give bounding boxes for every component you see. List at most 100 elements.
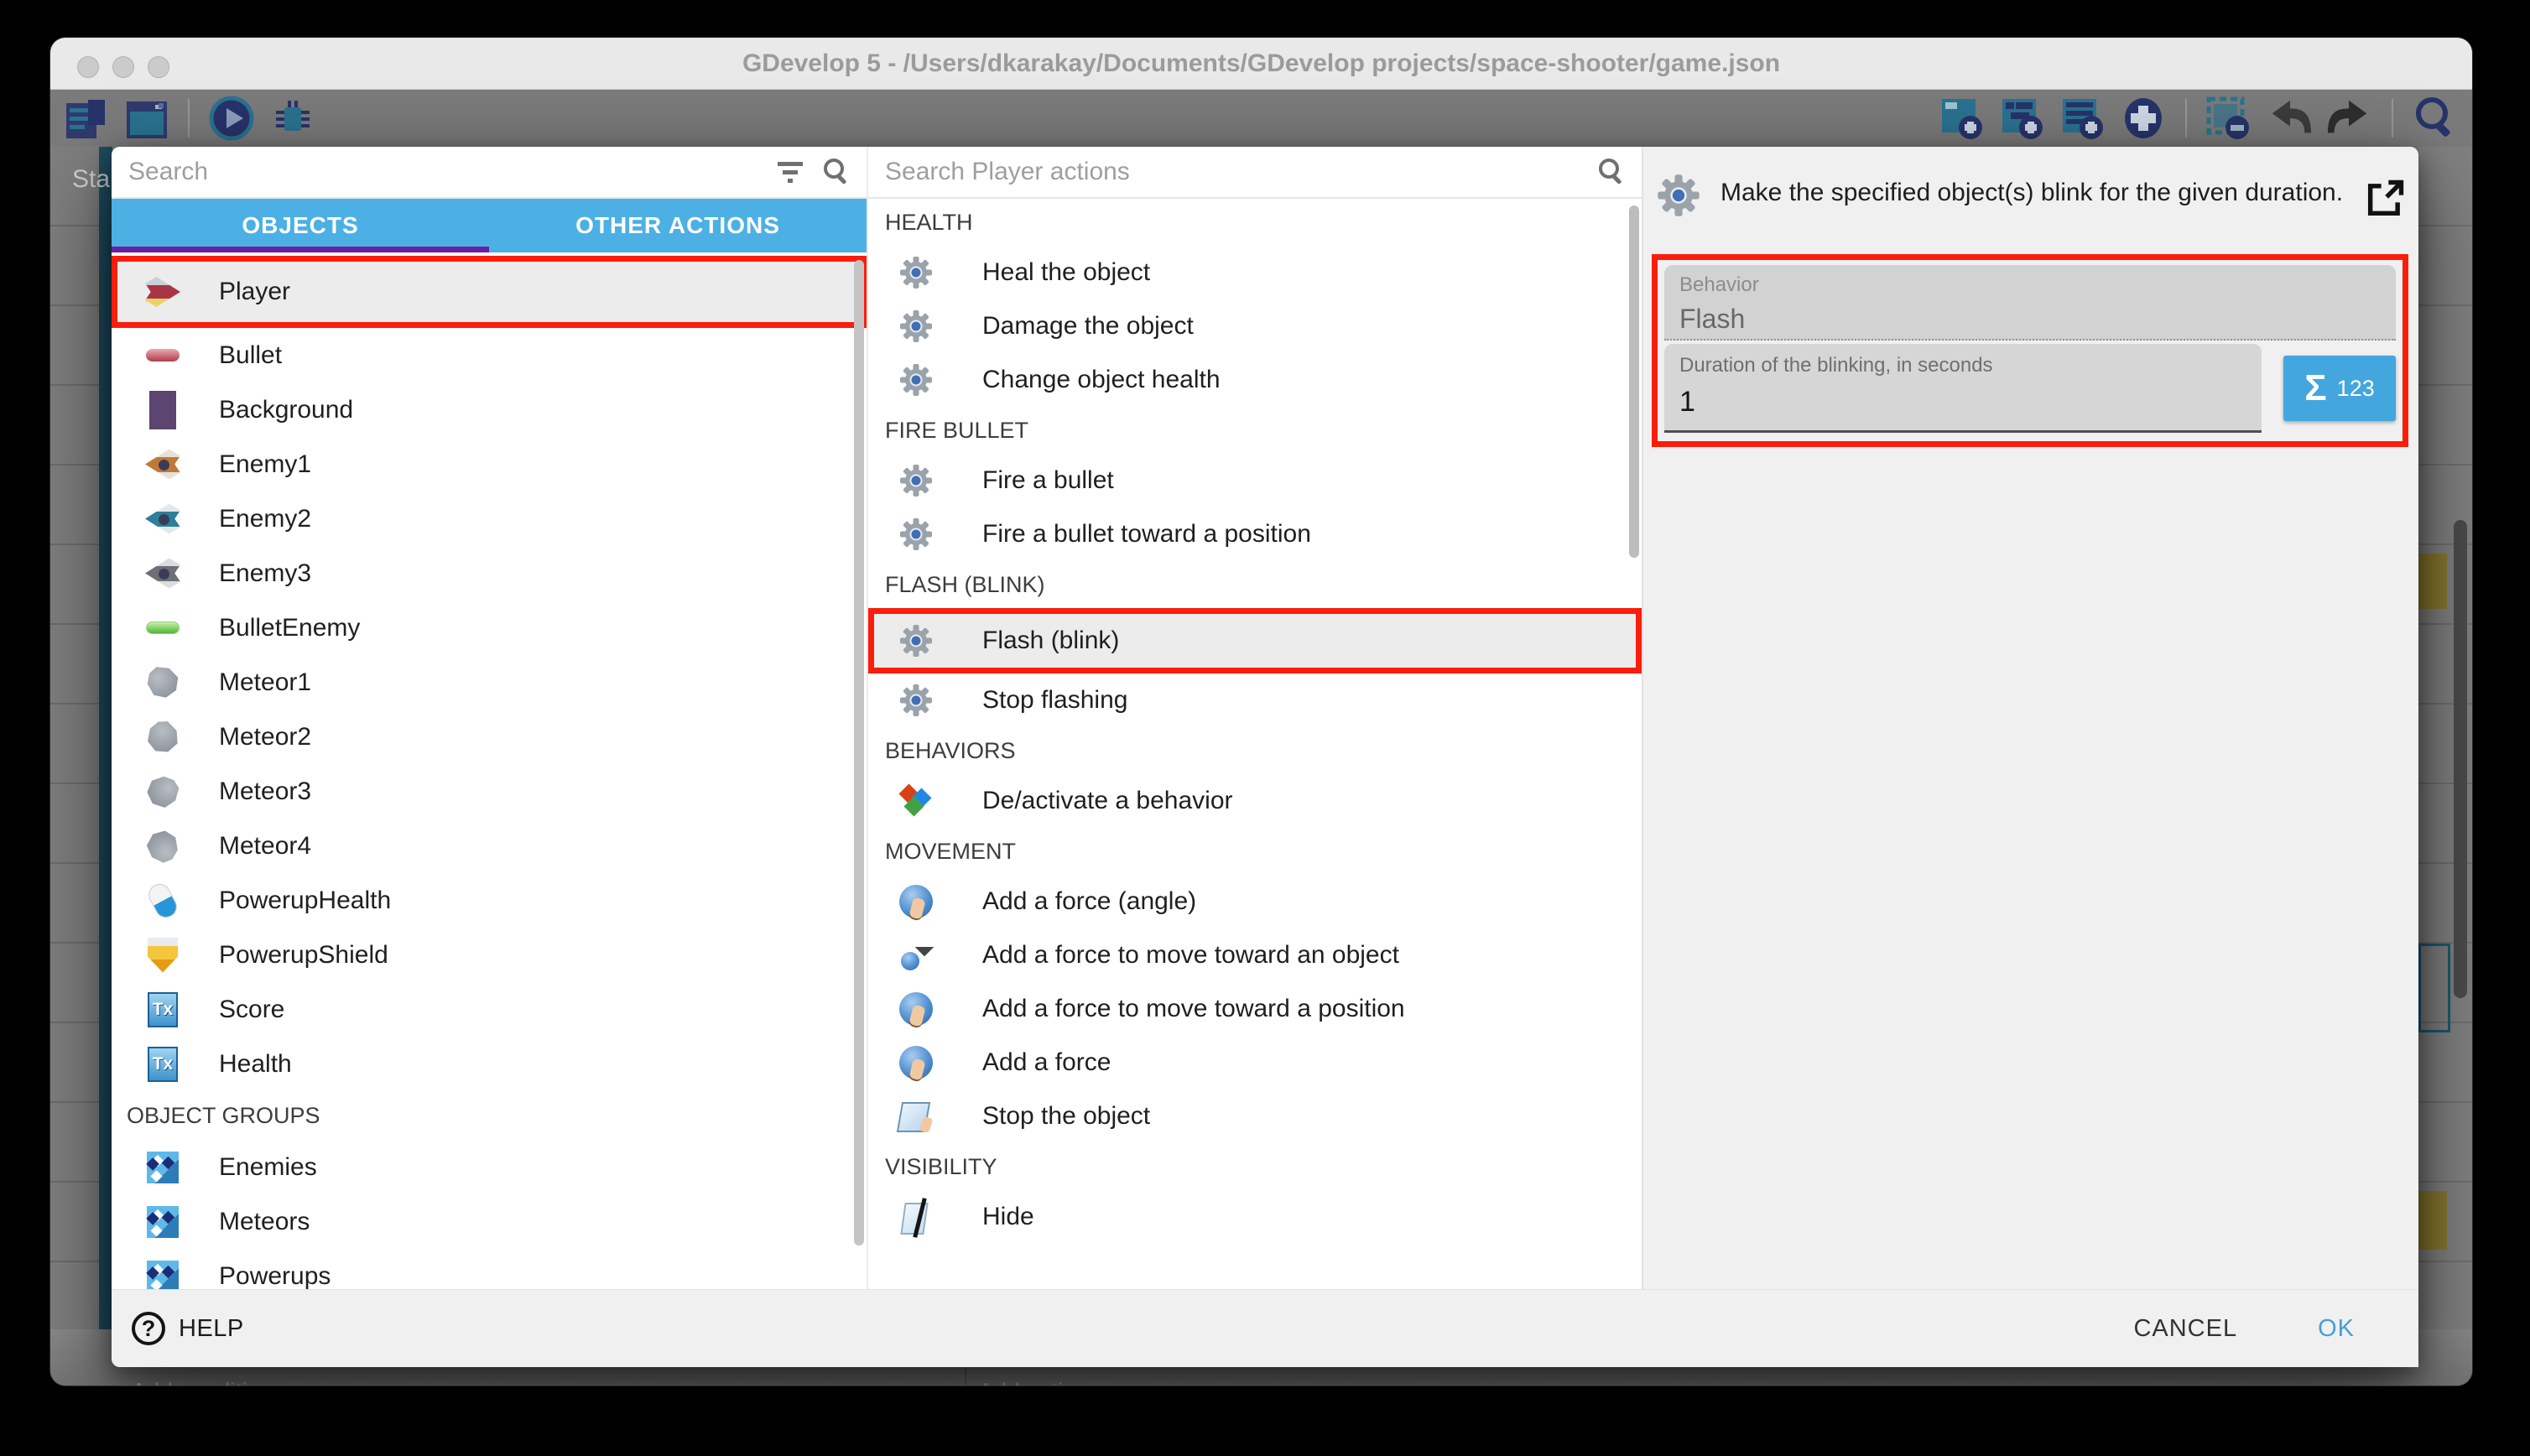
object-row-enemy2[interactable]: Enemy2 [112, 491, 867, 546]
action-chooser-dialog: OBJECTS OTHER ACTIONS Player Bullet [112, 147, 2418, 1367]
add-condition-link[interactable]: Add condition [131, 1378, 273, 1386]
group-row-meteors[interactable]: Meteors [112, 1194, 867, 1249]
debug-icon[interactable] [268, 96, 315, 140]
action-label: Add a force (angle) [982, 887, 1196, 916]
add-event-icon[interactable] [1939, 96, 1986, 140]
close-window-button[interactable] [77, 56, 99, 78]
action-row-force-toward-object[interactable]: Add a force to move toward an object [868, 928, 1642, 982]
action-row-deactivate-behavior[interactable]: De/activate a behavior [868, 774, 1642, 828]
actions-search-input[interactable] [883, 157, 1581, 187]
open-in-new-icon[interactable] [2363, 177, 2407, 221]
action-row-heal[interactable]: Heal the object [868, 246, 1642, 299]
window-title: GDevelop 5 - /Users/dkarakay/Documents/G… [742, 49, 1780, 78]
search-events-icon[interactable] [2412, 96, 2459, 140]
object-row-meteor4[interactable]: Meteor4 [112, 819, 867, 873]
action-row-hide[interactable]: Hide [868, 1190, 1642, 1244]
object-row-bullet[interactable]: Bullet [112, 328, 867, 382]
main-toolbar [50, 90, 2472, 147]
zoom-window-button[interactable] [148, 56, 169, 78]
active-tab-underline [112, 247, 489, 252]
add-comment-icon[interactable] [2059, 96, 2106, 140]
object-label: Player [219, 278, 290, 306]
help-icon: ? [132, 1312, 165, 1345]
object-row-score[interactable]: Score [112, 982, 867, 1037]
action-row-change-health[interactable]: Change object health [868, 353, 1642, 407]
expression-editor-button[interactable]: Σ 123 [2283, 356, 2396, 421]
meteor-icon [143, 772, 182, 811]
action-row-stop-object[interactable]: Stop the object [868, 1089, 1642, 1143]
object-label: PowerupShield [219, 941, 388, 970]
action-description: Make the specified object(s) blink for t… [1721, 172, 2345, 221]
action-row-flash-blink[interactable]: Flash (blink) [868, 608, 1642, 673]
add-action-link[interactable]: Add action [978, 1378, 1089, 1386]
traffic-lights [77, 56, 169, 78]
add-subevent-icon[interactable] [1999, 96, 2046, 140]
group-label: Enemies [219, 1153, 317, 1182]
object-group-icon [143, 1148, 182, 1187]
sigma-icon: Σ [2304, 367, 2326, 409]
group-row-enemies[interactable]: Enemies [112, 1140, 867, 1194]
action-gear-icon [1655, 172, 1702, 219]
object-row-meteor3[interactable]: Meteor3 [112, 764, 867, 819]
section-header-visibility: VISIBILITY [868, 1143, 1642, 1190]
actions-panel: HEALTH Heal the object Damage the object… [867, 147, 1642, 1367]
actions-list-scrollbar[interactable] [1629, 205, 1639, 558]
add-force-icon [897, 1043, 935, 1082]
filter-icon[interactable] [776, 159, 806, 185]
object-row-enemy3[interactable]: Enemy3 [112, 546, 867, 601]
action-row-add-force-angle[interactable]: Add a force (angle) [868, 875, 1642, 928]
object-row-meteor2[interactable]: Meteor2 [112, 710, 867, 764]
ok-button[interactable]: OK [2318, 1315, 2355, 1343]
action-row-fire-bullet-position[interactable]: Fire a bullet toward a position [868, 507, 1642, 561]
object-row-enemy1[interactable]: Enemy1 [112, 437, 867, 491]
scene-editor-icon[interactable] [122, 96, 169, 140]
enemy-bullet-icon [143, 609, 182, 647]
enemy3-ship-icon [143, 554, 182, 593]
group-label: Meteors [219, 1208, 310, 1236]
action-row-force-toward-position[interactable]: Add a force to move toward a position [868, 982, 1642, 1036]
group-row-powerups[interactable]: Powerups [112, 1249, 867, 1289]
object-row-health[interactable]: Health [112, 1037, 867, 1091]
behavior-field-value: Flash [1679, 304, 2381, 335]
action-row-stop-flashing[interactable]: Stop flashing [868, 673, 1642, 727]
object-row-powerupshield[interactable]: PowerupShield [112, 928, 867, 982]
action-row-damage[interactable]: Damage the object [868, 299, 1642, 353]
delete-event-icon[interactable] [2205, 96, 2252, 140]
minimize-window-button[interactable] [112, 56, 134, 78]
action-gear-icon [897, 253, 935, 292]
play-preview-icon[interactable] [208, 96, 255, 140]
events-condition-column-strip [99, 147, 112, 1346]
action-gear-icon [897, 621, 935, 660]
tab-other-actions[interactable]: OTHER ACTIONS [489, 199, 867, 252]
toolbar-right-group [1939, 96, 2459, 140]
objects-list-scrollbar[interactable] [854, 260, 864, 1245]
tab-objects[interactable]: OBJECTS [112, 199, 489, 252]
action-label: Add a force [982, 1048, 1111, 1077]
action-label: Add a force to move toward an object [982, 941, 1399, 970]
tab-other-actions-label: OTHER ACTIONS [575, 212, 780, 239]
highlighted-event-block [2418, 554, 2447, 609]
add-circle-icon[interactable] [2120, 96, 2167, 140]
behavior-icon [897, 782, 935, 820]
events-scrollbar[interactable] [2454, 520, 2467, 998]
object-row-player[interactable]: Player [112, 256, 867, 328]
behavior-field[interactable]: Behavior Flash [1664, 265, 2396, 341]
duration-field[interactable]: Duration of the blinking, in seconds 1 [1664, 344, 2262, 433]
hide-object-icon [897, 1198, 935, 1236]
object-row-background[interactable]: Background [112, 382, 867, 437]
object-row-bulletenemy[interactable]: BulletEnemy [112, 601, 867, 655]
object-row-poweruphealth[interactable]: PowerupHealth [112, 873, 867, 928]
project-manager-icon[interactable] [62, 96, 109, 140]
objects-search-row [112, 147, 867, 199]
action-row-add-force[interactable]: Add a force [868, 1036, 1642, 1089]
action-row-fire-bullet[interactable]: Fire a bullet [868, 454, 1642, 507]
objects-search-input[interactable] [127, 157, 761, 187]
action-label: Stop flashing [982, 686, 1127, 715]
help-button[interactable]: ? HELP [132, 1312, 244, 1345]
undo-icon[interactable] [2266, 96, 2313, 140]
enemy1-ship-icon [143, 445, 182, 484]
object-row-meteor1[interactable]: Meteor1 [112, 655, 867, 710]
add-force-icon [897, 990, 935, 1028]
redo-icon[interactable] [2326, 96, 2373, 140]
cancel-button[interactable]: CANCEL [2133, 1315, 2237, 1343]
